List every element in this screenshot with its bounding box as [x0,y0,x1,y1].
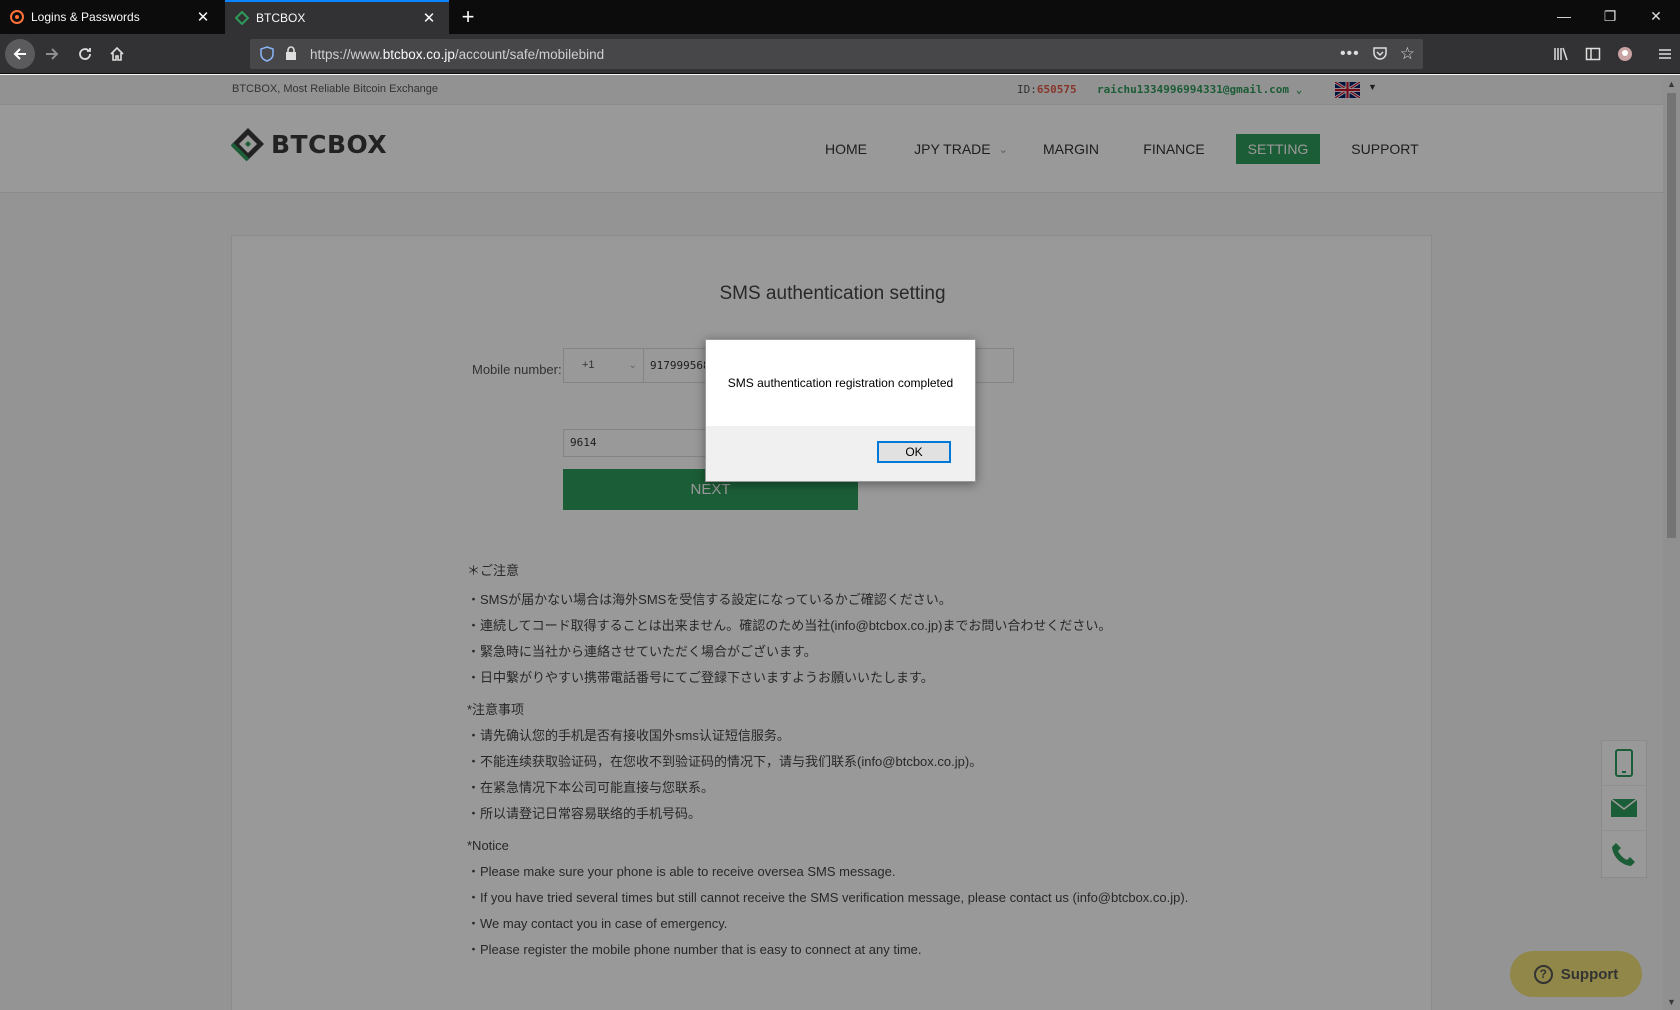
tab-title: Logins & Passwords [31,10,140,24]
browser-toolbar: https://www.btcbox.co.jp/account/safe/mo… [0,34,1680,74]
restore-window-icon[interactable]: ❐ [1587,0,1633,32]
url-prefix: https://www. [310,46,383,62]
modal-overlay [0,75,1680,1010]
close-tab-icon[interactable]: ✕ [191,5,215,29]
account-avatar-icon[interactable] [1610,39,1640,69]
pocket-icon[interactable] [1372,45,1388,64]
page-actions-icon[interactable]: ••• [1340,45,1360,63]
browser-tab-bar: Logins & Passwords ✕ BTCBOX ✕ + — ❐ ✕ [0,0,1680,34]
ok-button[interactable]: OK [877,441,951,463]
reload-button[interactable] [70,39,100,69]
url-text[interactable]: https://www.btcbox.co.jp/account/safe/mo… [310,47,604,62]
minimize-window-icon[interactable]: — [1541,0,1587,32]
menu-icon[interactable] [1650,39,1680,69]
alert-dialog: SMS authentication registration complete… [705,339,976,482]
url-path: /account/safe/mobilebind [454,46,605,62]
btcbox-favicon-icon [234,10,250,26]
sidebar-icon[interactable] [1578,39,1608,69]
close-tab-icon[interactable]: ✕ [417,6,441,30]
close-window-icon[interactable]: ✕ [1633,0,1679,32]
lockwise-icon [9,9,25,25]
url-bar[interactable]: https://www.btcbox.co.jp/account/safe/mo… [250,39,1423,69]
tab-logins-passwords[interactable]: Logins & Passwords ✕ [0,0,223,34]
back-button[interactable] [5,39,35,69]
alert-message: SMS authentication registration complete… [706,340,975,426]
forward-button[interactable] [37,39,67,69]
tab-title: BTCBOX [256,11,306,25]
url-host: btcbox.co.jp [382,46,455,62]
library-icon[interactable] [1546,39,1576,69]
lock-icon[interactable] [285,46,297,64]
bookmark-star-icon[interactable]: ☆ [1400,44,1415,64]
tab-btcbox[interactable]: BTCBOX ✕ [225,0,449,34]
tracking-protection-icon[interactable] [260,46,274,65]
new-tab-button[interactable]: + [455,4,481,30]
home-button[interactable] [102,39,132,69]
